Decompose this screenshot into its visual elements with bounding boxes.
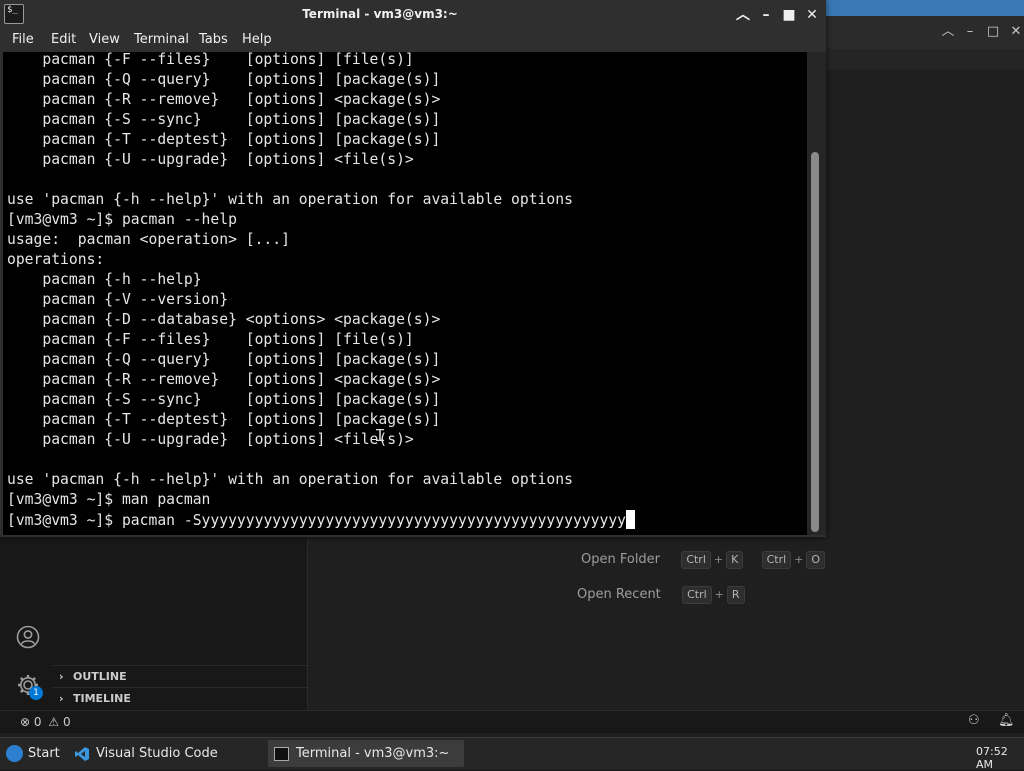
- close-icon[interactable]: ✕: [803, 6, 821, 24]
- vscode-title-accent: [826, 0, 1024, 16]
- vscode-icon: [75, 747, 89, 761]
- close-icon[interactable]: ✕: [1006, 22, 1024, 42]
- task-label: Terminal - vm3@vm3:~: [296, 746, 450, 761]
- clock: 07:52 AM: [976, 745, 1008, 771]
- menu-view[interactable]: View: [89, 29, 120, 50]
- start-button[interactable]: Start: [2, 740, 66, 767]
- taskbar: Start Visual Studio Code Terminal - vm3@…: [0, 737, 1024, 771]
- open-recent-link[interactable]: Open Recent: [577, 587, 661, 602]
- task-terminal[interactable]: Terminal - vm3@vm3:~: [268, 740, 464, 767]
- keycap: Ctrl: [761, 551, 792, 569]
- outline-panel-header[interactable]: › OUTLINE: [53, 665, 307, 687]
- text-cursor: [626, 510, 635, 529]
- scrollbar[interactable]: [807, 52, 826, 535]
- task-label: Visual Studio Code: [96, 746, 218, 761]
- command-input[interactable]: pacman -Syyyyyyyyyyyyyyyyyyyyyyyyyyyyyyy…: [122, 512, 626, 529]
- timeline-panel-header[interactable]: › TIMELINE: [53, 687, 307, 709]
- keycap: Ctrl: [681, 551, 711, 569]
- mouse-ibeam-cursor-icon: Ｉ: [372, 426, 389, 445]
- terminal-output[interactable]: pacman {-F --files} [options] [file(s)] …: [3, 52, 807, 535]
- warning-icon: ⚠: [48, 715, 60, 729]
- minimize-icon[interactable]: –: [960, 22, 980, 42]
- vscode-titlebar: ︿ – □ ✕: [826, 16, 1024, 49]
- start-icon: [6, 745, 23, 762]
- menu-help[interactable]: Help: [242, 29, 272, 50]
- open-recent-row[interactable]: Open Recent Ctrl + R: [577, 586, 746, 604]
- maximize-icon[interactable]: ■: [780, 6, 798, 24]
- open-folder-row[interactable]: Open Folder Ctrl + K Ctrl + O: [581, 551, 826, 569]
- menu-file[interactable]: File: [12, 29, 34, 50]
- keycap: R: [726, 586, 745, 604]
- error-icon: ⊗: [20, 715, 31, 729]
- chevron-right-icon: ›: [59, 670, 64, 683]
- start-label: Start: [28, 746, 60, 761]
- status-bar: ⊗ 0 ⚠ 0 ⚇ 🔔︎: [0, 710, 1024, 733]
- menu-terminal[interactable]: Terminal: [134, 29, 189, 50]
- chevron-right-icon: ›: [59, 692, 64, 705]
- menu-tabs[interactable]: Tabs: [199, 29, 228, 50]
- activity-bar: 1: [0, 537, 54, 710]
- warning-count: 0: [62, 715, 71, 729]
- scrollbar-thumb[interactable]: [811, 152, 819, 532]
- settings-badge: 1: [29, 686, 43, 700]
- minimize-icon[interactable]: –: [757, 6, 775, 24]
- window-title: Terminal - vm3@vm3:~: [302, 7, 458, 21]
- account-icon[interactable]: [16, 625, 40, 649]
- open-folder-link[interactable]: Open Folder: [581, 552, 660, 567]
- keycap: K: [726, 551, 744, 569]
- terminal-window: $_ Terminal - vm3@vm3:~ ︿ – ■ ✕ File Edi…: [0, 0, 826, 537]
- chevron-up-icon[interactable]: ︿: [938, 22, 958, 42]
- keycap: Ctrl: [682, 586, 712, 604]
- chevron-up-icon[interactable]: ︿: [734, 6, 752, 24]
- task-vscode[interactable]: Visual Studio Code: [68, 740, 264, 767]
- error-count: 0: [33, 715, 42, 729]
- terminal-scrollback: pacman {-F --files} [options] [file(s)] …: [7, 52, 573, 508]
- problems-indicator[interactable]: ⊗ 0 ⚠ 0: [20, 714, 71, 730]
- keycap: O: [806, 551, 826, 569]
- terminal-icon: [274, 747, 289, 761]
- sidebar: › OUTLINE › TIMELINE: [53, 537, 308, 710]
- terminal-input-line[interactable]: [vm3@vm3 ~]$ pacman -Syyyyyyyyyyyyyyyyyy…: [7, 510, 635, 531]
- menu-edit[interactable]: Edit: [51, 29, 76, 50]
- menu-bar: File Edit View Terminal Tabs Help: [0, 29, 826, 52]
- vscode-tab-strip: [826, 49, 1024, 70]
- prompt: [vm3@vm3 ~]$: [7, 512, 122, 529]
- maximize-icon[interactable]: □: [983, 22, 1003, 42]
- terminal-titlebar[interactable]: $_ Terminal - vm3@vm3:~ ︿ – ■ ✕: [0, 0, 826, 29]
- bell-icon[interactable]: 🔔︎: [998, 713, 1015, 728]
- feedback-icon[interactable]: ⚇: [968, 713, 980, 728]
